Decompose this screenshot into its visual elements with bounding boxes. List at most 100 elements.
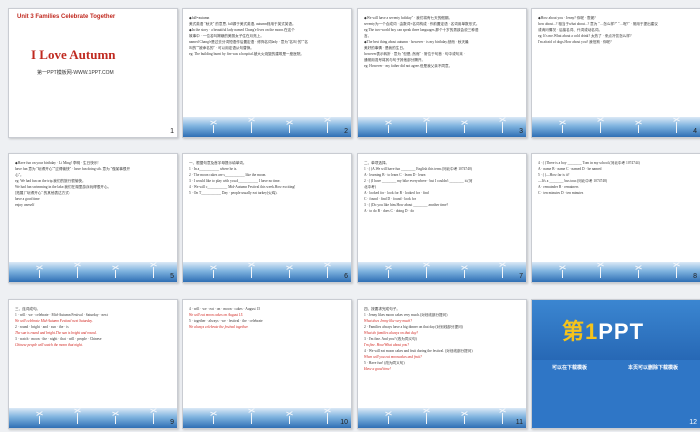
wind-turbine-icon (426, 122, 427, 133)
answer-line: We always celebrate the festival togethe… (189, 325, 249, 329)
site-caption: 第一PPT模板网-WWW.1PPT.COM (37, 70, 114, 76)
slide-number: 11 (515, 419, 523, 426)
sea-footer-graphic (183, 262, 351, 282)
text-line: A · to do B · does C · doing D · do (364, 209, 415, 213)
sea-footer-graphic (358, 117, 526, 137)
sea-footer-graphic (9, 262, 177, 282)
sea-footer-graphic (358, 262, 526, 282)
wind-turbine-icon (676, 122, 677, 133)
wind-turbine-icon (464, 270, 465, 278)
slide-number: 4 (693, 128, 697, 135)
wind-turbine-icon (251, 267, 252, 278)
slide-number: 1 (170, 128, 174, 135)
wind-turbine-icon (153, 267, 154, 278)
wind-turbine-icon (638, 270, 639, 278)
brand-logo-word: PPT (598, 319, 645, 344)
wind-turbine-icon (115, 270, 116, 278)
sea-footer-graphic (532, 117, 700, 137)
slide-number: 6 (344, 273, 348, 280)
slide-number: 10 (340, 419, 348, 426)
slide-body: 一、根据句意及首字母提示填单词。 1 · In a___________ wher… (189, 160, 345, 264)
wind-turbine-icon (562, 125, 563, 133)
slide-number: 8 (693, 273, 697, 280)
wind-turbine-icon (600, 122, 601, 133)
wind-turbine-icon (327, 267, 328, 278)
sea-footer-graphic (358, 408, 526, 428)
wind-turbine-icon (388, 125, 389, 133)
slide-body: ◆fall=autumn 美式英语 "秋天" 的意思, fall源于美式英语, a… (189, 15, 345, 119)
slide-thumbnail-11[interactable]: 四、按要求完成句子。 1 · Jenny likes moon cakes ver… (357, 299, 527, 429)
wind-turbine-icon (464, 125, 465, 133)
wind-turbine-icon (251, 413, 252, 424)
slide-thumbnail-5[interactable]: ◆Have fun on your birthday · Li Ming! 李明… (8, 153, 178, 283)
answer-line: Chinese people will watch the moon that … (15, 343, 83, 347)
slide-body: 二、单项选择。 1 · ( )A.We will have fun _______… (364, 160, 520, 264)
wind-turbine-icon (562, 270, 563, 278)
text-line: C · ten minutes D · ten minutes (538, 191, 584, 195)
wind-turbine-icon (39, 416, 40, 424)
text-line: eg: The building burnt by fire was a hos… (189, 52, 305, 56)
wind-turbine-icon (153, 413, 154, 424)
slide-thumbnail-6[interactable]: 一、根据句意及首字母提示填单词。 1 · In a___________ wher… (182, 153, 352, 283)
slide-body: ◆Have fun on your birthday · Li Ming! 李明… (15, 160, 171, 264)
wind-turbine-icon (426, 267, 427, 278)
slide-title: I Love Autumn (31, 47, 116, 62)
slide-sorter-grid: Unit 3 Families Celebrate Together I Love… (0, 0, 700, 432)
wind-turbine-icon (213, 270, 214, 278)
slide-number: 12 (689, 419, 697, 426)
slide-number: 5 (170, 273, 174, 280)
sea-footer-graphic (183, 117, 351, 137)
slide-thumbnail-3[interactable]: ◆We will have a seventy holiday" · 我们将有七… (357, 8, 527, 138)
slide-thumbnail-8[interactable]: 4 · ( )There is a boy ________ Tom in my… (531, 153, 700, 283)
slide-thumbnail-1[interactable]: Unit 3 Families Celebrate Together I Love… (8, 8, 178, 138)
wind-turbine-icon (327, 122, 328, 133)
slide-body: 4 · will · we · eat · on · moon · cakes … (189, 306, 345, 410)
wind-turbine-icon (289, 416, 290, 424)
slide-thumbnail-12[interactable]: 第1PPT 可以在下载模板 本页可以删除下载模板 12 (531, 299, 700, 429)
wind-turbine-icon (502, 122, 503, 133)
wind-turbine-icon (464, 416, 465, 424)
slide-body: ◆How about you · Jenny? 你呢 · 詹妮? how abou… (538, 15, 694, 119)
wind-turbine-icon (289, 125, 290, 133)
wind-turbine-icon (115, 416, 116, 424)
slide-number: 9 (170, 419, 174, 426)
wind-turbine-icon (251, 122, 252, 133)
wind-turbine-icon (213, 125, 214, 133)
wind-turbine-icon (600, 267, 601, 278)
text-line: eg: However · my father did not agree.但是… (364, 64, 453, 68)
slide-body: 四、按要求完成句子。 1 · Jenny likes moon cakes ver… (364, 306, 520, 410)
wind-turbine-icon (388, 270, 389, 278)
brand-caption: 本页可以删除下载模板 (628, 365, 679, 371)
slide-thumbnail-4[interactable]: ◆How about you · Jenny? 你呢 · 詹妮? how abou… (531, 8, 700, 138)
wind-turbine-icon (213, 416, 214, 424)
wind-turbine-icon (426, 413, 427, 424)
slide-number: 3 (519, 128, 523, 135)
wind-turbine-icon (77, 413, 78, 424)
sea-footer-graphic (9, 408, 177, 428)
wind-turbine-icon (502, 413, 503, 424)
wind-turbine-icon (39, 270, 40, 278)
answer-line: Have a good time! (364, 367, 391, 371)
slide-body: 三、连词成句。 1 · will · we · celebrate · Mid-A… (15, 306, 171, 410)
brand-banner: 第1PPT (532, 300, 700, 360)
slide-thumbnail-2[interactable]: ◆fall=autumn 美式英语 "秋天" 的意思, fall源于美式英语, a… (182, 8, 352, 138)
wind-turbine-icon (77, 267, 78, 278)
slide-thumbnail-10[interactable]: 4 · will · we · eat · on · moon · cakes … (182, 299, 352, 429)
text-line: 5 · On T___________ Day · people usually… (189, 191, 278, 195)
wind-turbine-icon (676, 267, 677, 278)
sea-footer-graphic (183, 408, 351, 428)
brand-caption: 可以在下载模板 (552, 365, 588, 371)
brand-logo: 第1PPT (562, 314, 644, 346)
wind-turbine-icon (388, 416, 389, 424)
wind-turbine-icon (289, 270, 290, 278)
wind-turbine-icon (327, 413, 328, 424)
wind-turbine-icon (638, 125, 639, 133)
text-line: I'm afraid of dogs.How about you? 我怕狗 · … (538, 40, 612, 44)
text-line: enjoy oneself (15, 203, 35, 207)
slide-thumbnail-9[interactable]: 三、连词成句。 1 · will · we · celebrate · Mid-A… (8, 299, 178, 429)
slide-body: ◆We will have a seventy holiday" · 我们将有七… (364, 15, 520, 119)
slide-subtitle: Unit 3 Families Celebrate Together (17, 14, 116, 20)
slide-thumbnail-7[interactable]: 二、单项选择。 1 · ( )A.We will have fun _______… (357, 153, 527, 283)
slide-body: 4 · ( )There is a boy ________ Tom in my… (538, 160, 694, 264)
wind-turbine-icon (502, 267, 503, 278)
